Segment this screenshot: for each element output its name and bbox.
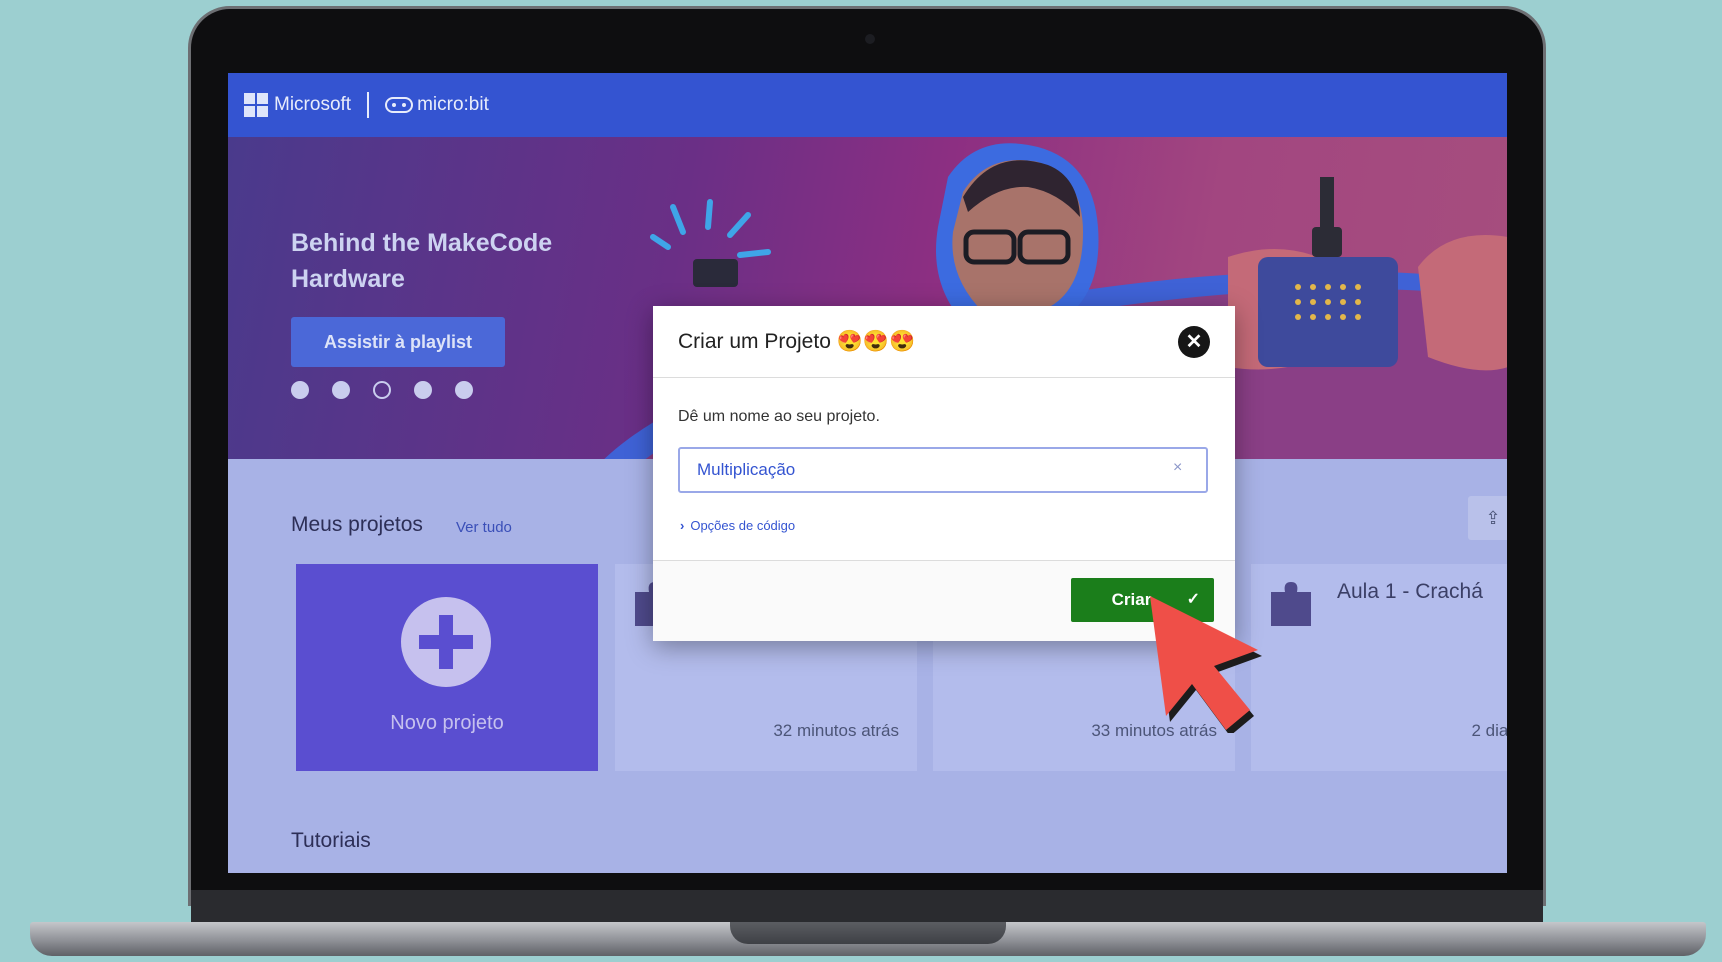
dialog-title: Criar um Projeto 😍😍😍 (678, 330, 916, 353)
brand-divider (367, 92, 370, 118)
dialog-header: Criar um Projeto 😍😍😍 ✕ (653, 306, 1235, 378)
laptop-notch (730, 922, 1006, 944)
camera-dot (865, 34, 875, 44)
project-card-3[interactable]: Aula 1 - Crachá 2 dias a (1251, 564, 1507, 771)
project-name-input[interactable] (678, 447, 1208, 493)
project-title: Aula 1 - Crachá (1337, 580, 1483, 603)
carousel-dot-1[interactable] (291, 381, 309, 399)
microsoft-label: Microsoft (274, 94, 352, 115)
carousel-dot-4[interactable] (414, 381, 432, 399)
chevron-right-icon: › (680, 518, 685, 533)
sparkle-lines-icon (650, 199, 771, 287)
carousel-dot-5[interactable] (455, 381, 473, 399)
microbit-board-image (1228, 177, 1507, 371)
tutorials-heading: Tutoriais (291, 829, 371, 852)
close-icon[interactable]: ✕ (1178, 326, 1210, 358)
top-bar: Microsoft micro:bit (228, 73, 1507, 137)
my-projects-heading: Meus projetos (291, 513, 423, 536)
upload-icon[interactable]: ⇪ (1468, 496, 1507, 540)
carousel-dot-2[interactable] (332, 381, 350, 399)
clear-input-icon[interactable]: × (1173, 459, 1182, 477)
carousel-dot-3-active[interactable] (373, 381, 391, 399)
carousel-dots (291, 381, 473, 399)
microbit-logo-icon (385, 97, 414, 113)
code-options-toggle[interactable]: › Opções de código (680, 518, 795, 533)
code-options-label: Opções de código (690, 518, 796, 533)
microbit-label[interactable]: micro:bit (417, 94, 489, 116)
new-project-card[interactable]: Novo projeto (296, 564, 598, 771)
hero-title: Behind the MakeCode Hardware (291, 229, 553, 293)
pointer-cursor-icon (1150, 596, 1262, 733)
see-all-link[interactable]: Ver tudo (456, 519, 512, 536)
puzzle-icon (1271, 582, 1311, 626)
dialog-prompt: Dê um nome ao seu projeto. (678, 408, 880, 425)
project-time: 2 dias a (1471, 721, 1507, 740)
microsoft-logo-icon (244, 93, 268, 117)
project-time: 32 minutos atrás (773, 721, 899, 740)
laptop-hinge (191, 890, 1543, 922)
watch-playlist-button[interactable]: Assistir à playlist (291, 317, 505, 367)
new-project-label: Novo projeto (390, 712, 504, 734)
plus-icon (401, 597, 491, 687)
